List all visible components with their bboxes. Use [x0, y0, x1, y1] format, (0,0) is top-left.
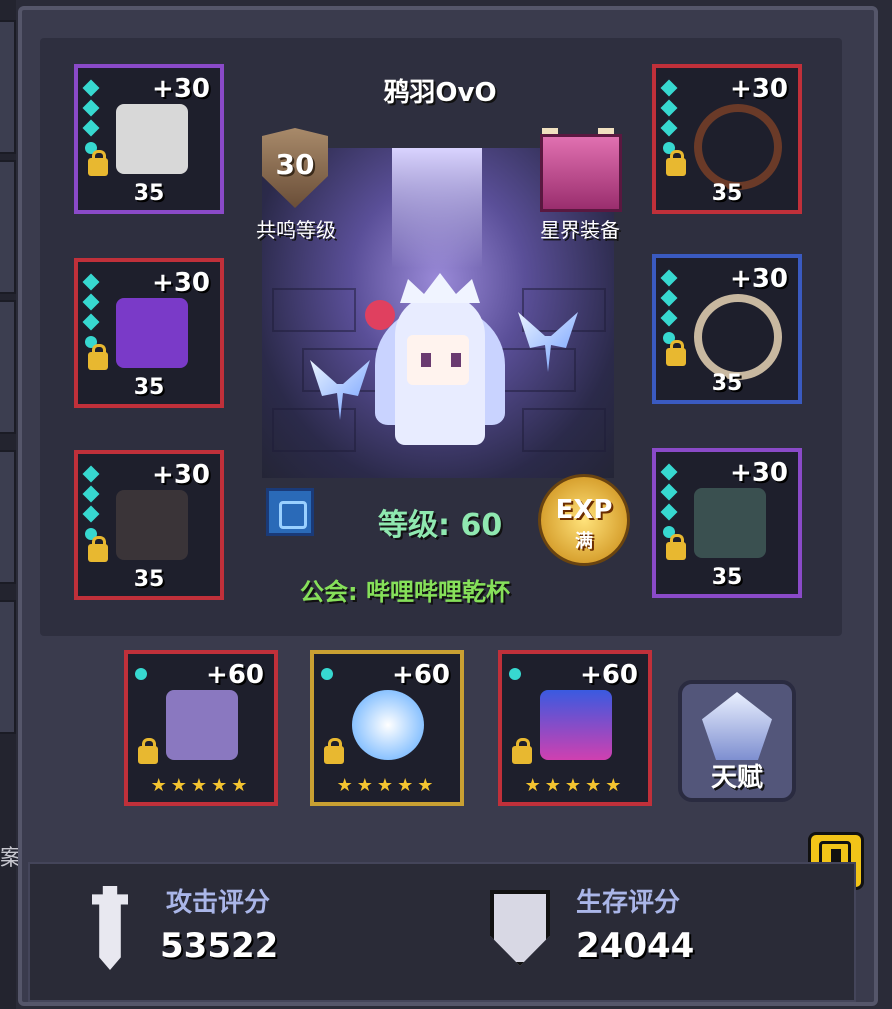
gem-column	[320, 662, 334, 688]
mask-helmet-icon	[116, 104, 188, 174]
lock-icon	[666, 534, 686, 560]
cat-pet-icon	[694, 488, 766, 558]
star-rating: ★★★★★	[336, 775, 438, 796]
score-footer: 攻击评分 53522 生存评分 24044	[28, 862, 856, 1002]
blue-claw-icon	[540, 690, 612, 760]
survival-score-label: 生存评分	[576, 888, 681, 918]
spotlight	[392, 148, 482, 268]
fire-necklace-icon	[694, 104, 782, 190]
equip-slot-weapon-2[interactable]: +60 ★★★★★	[310, 650, 464, 806]
slot-bonus: +60	[580, 660, 638, 690]
attack-score-label: 攻击评分	[166, 888, 271, 918]
resonance-level-label: 共鸣等级	[256, 218, 336, 242]
slot-bonus: +60	[206, 660, 264, 690]
gem-column	[508, 662, 522, 688]
slot-bonus: +30	[730, 458, 788, 488]
slot-level: 35	[133, 567, 165, 592]
lock-icon	[666, 340, 686, 366]
gem-column	[82, 462, 100, 548]
guild-name[interactable]: 公会: 哔哩哔哩乾杯	[300, 572, 510, 607]
astral-equipment-button[interactable]	[532, 128, 624, 213]
rose-icon	[365, 300, 395, 330]
gem-column	[660, 76, 678, 162]
lock-icon	[88, 536, 108, 562]
gem-column	[660, 460, 678, 546]
resonance-level-badge[interactable]: 30	[248, 128, 343, 213]
equip-slot-accessory[interactable]: +30 35	[74, 258, 224, 408]
side-tab[interactable]	[0, 300, 16, 434]
blue-emblem-button[interactable]	[266, 488, 314, 536]
slot-level: 35	[133, 375, 165, 400]
lock-icon	[666, 150, 686, 176]
shield-icon	[490, 890, 550, 966]
lock-icon	[138, 738, 158, 764]
slot-level: 35	[711, 371, 743, 396]
sword-icon	[92, 886, 128, 970]
wall-brick	[522, 408, 606, 452]
star-rating: ★★★★★	[524, 775, 626, 796]
purple-octopus-icon	[116, 298, 188, 368]
gem-column	[660, 266, 678, 352]
star-rating: ★★★★★	[150, 775, 252, 796]
character-eye	[421, 353, 431, 367]
slot-level: 35	[133, 181, 165, 206]
slot-bonus: +30	[152, 74, 210, 104]
side-tab[interactable]	[0, 20, 16, 154]
resonance-level-value: 30	[275, 148, 315, 181]
equip-slot-helmet[interactable]: +30 35	[74, 64, 224, 214]
player-name: 鸦羽OvO	[383, 78, 497, 108]
exp-full-badge[interactable]: EXP 满	[538, 474, 630, 566]
character-sprite[interactable]	[355, 265, 515, 455]
talent-button[interactable]: 天赋	[678, 680, 796, 802]
bone-ring-icon	[694, 294, 782, 380]
purple-gauntlet-icon	[166, 690, 238, 760]
lock-icon	[512, 738, 532, 764]
talent-label: 天赋	[710, 763, 763, 793]
side-tab[interactable]	[0, 450, 16, 584]
survival-score-value: 24044	[576, 926, 695, 966]
equip-slot-weapon-3[interactable]: +60 ★★★★★	[498, 650, 652, 806]
slot-bonus: +30	[730, 264, 788, 294]
wall-brick	[272, 408, 356, 452]
equip-slot-pet[interactable]: +30 35	[652, 448, 802, 598]
exp-label: EXP	[555, 495, 613, 525]
gem-column	[82, 270, 100, 356]
talent-icon	[702, 692, 772, 760]
gem-column	[82, 76, 100, 162]
left-tab-strip: 案	[0, 0, 22, 1009]
slot-bonus: +30	[152, 460, 210, 490]
eye-orb-icon	[352, 690, 424, 760]
slot-level: 35	[711, 181, 743, 206]
wall-brick	[272, 288, 356, 332]
attack-score-value: 53522	[160, 926, 279, 966]
lock-icon	[324, 738, 344, 764]
equip-slot-necklace[interactable]: +30 35	[652, 64, 802, 214]
player-level: 等级: 60	[378, 508, 503, 543]
emblem-icon	[279, 501, 307, 529]
crown-icon	[400, 273, 480, 303]
lock-icon	[88, 344, 108, 370]
slot-bonus: +60	[392, 660, 450, 690]
side-tab[interactable]	[0, 600, 16, 734]
equip-slot-armor[interactable]: +30 35	[74, 450, 224, 600]
dark-armor-icon	[116, 490, 188, 560]
slot-bonus: +30	[730, 74, 788, 104]
side-tab[interactable]	[0, 160, 16, 294]
slot-bonus: +30	[152, 268, 210, 298]
exp-full-label: 满	[575, 531, 593, 552]
character-eye	[451, 353, 461, 367]
equip-slot-weapon-1[interactable]: +60 ★★★★★	[124, 650, 278, 806]
gem-column	[134, 662, 148, 688]
lock-icon	[88, 150, 108, 176]
slot-level: 35	[711, 565, 743, 590]
equip-slot-ring[interactable]: +30 35	[652, 254, 802, 404]
astral-chest-icon	[540, 134, 622, 212]
astral-equipment-label: 星界装备	[540, 218, 620, 242]
